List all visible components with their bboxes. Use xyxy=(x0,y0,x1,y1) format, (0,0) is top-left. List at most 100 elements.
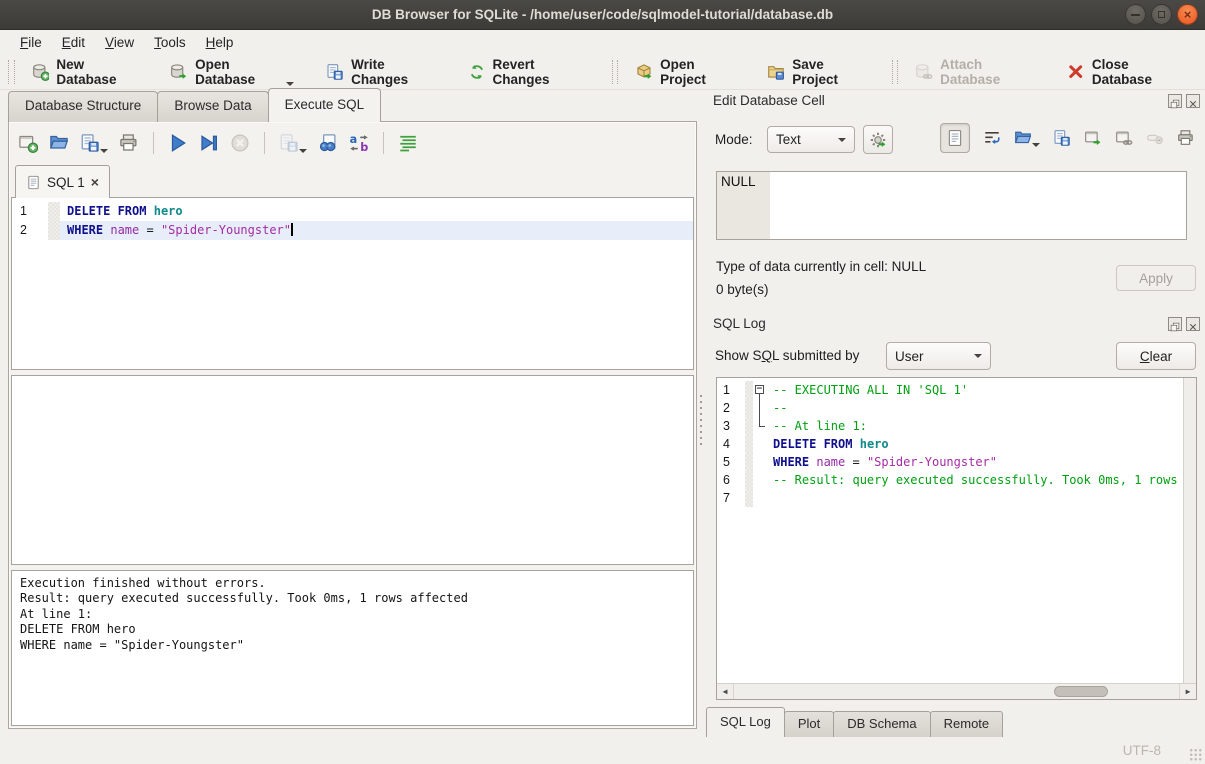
new-sql-tab-button[interactable] xyxy=(15,130,41,156)
maximize-icon xyxy=(1158,11,1165,18)
code-line: 5WHERE name = "Spider-Youngster" xyxy=(717,453,1183,471)
copy-as-link-button[interactable] xyxy=(1115,129,1133,147)
resize-grip[interactable] xyxy=(1189,748,1202,761)
mode-select[interactable]: Text xyxy=(767,126,855,153)
attach-database-icon xyxy=(915,62,933,82)
code-line: 7 xyxy=(717,489,1183,507)
save-results-icon xyxy=(279,133,299,153)
format-sql-button[interactable] xyxy=(395,130,421,156)
print-cell-button[interactable] xyxy=(1177,129,1195,147)
open-sql-file-button[interactable] xyxy=(46,130,72,156)
open-project-button[interactable]: Open Project xyxy=(626,53,744,91)
import-from-file-button[interactable] xyxy=(1014,129,1040,147)
word-wrap-button[interactable] xyxy=(983,129,1001,147)
chevron-down-icon[interactable] xyxy=(286,82,294,86)
close-database-button[interactable]: Close Database xyxy=(1058,53,1191,91)
new-database-icon xyxy=(32,62,50,82)
sql-log-title: SQL Log xyxy=(713,316,766,331)
minimize-button[interactable] xyxy=(1125,4,1146,25)
open-database-button[interactable]: Open Database xyxy=(161,53,303,91)
float-dock-button[interactable] xyxy=(1168,317,1182,331)
token-comment: -- EXECUTING ALL IN 'SQL 1' xyxy=(773,383,968,397)
scroll-track[interactable] xyxy=(734,684,1179,699)
fold-collapse-icon[interactable]: − xyxy=(755,385,764,394)
sql-editor-tab[interactable]: SQL 1 × xyxy=(15,165,110,198)
chevron-down-icon[interactable] xyxy=(299,149,307,153)
window-title: DB Browser for SQLite - /home/user/code/… xyxy=(0,0,1205,30)
tab-database-structure[interactable]: Database Structure xyxy=(8,91,158,122)
tab-execute-sql[interactable]: Execute SQL xyxy=(268,88,382,122)
clear-log-button[interactable]: Clear xyxy=(1116,342,1196,370)
word-wrap-icon xyxy=(983,129,1001,147)
code-text: DELETE FROM hero xyxy=(769,435,1183,453)
dock-tab-db-schema[interactable]: DB Schema xyxy=(833,711,930,737)
titlebar[interactable]: DB Browser for SQLite - /home/user/code/… xyxy=(0,0,1205,30)
replace-icon: ab xyxy=(349,133,369,153)
text-mode-button[interactable] xyxy=(940,123,970,153)
cell-size-info: 0 byte(s) xyxy=(716,282,769,297)
tab-browse-data[interactable]: Browse Data xyxy=(157,91,268,122)
menu-tools[interactable]: Tools xyxy=(144,32,196,53)
export-to-file-button[interactable] xyxy=(1053,129,1071,147)
menu-view[interactable]: View xyxy=(95,32,144,53)
find-button[interactable] xyxy=(315,130,341,156)
token-plain xyxy=(146,204,153,218)
dock-tab-remote[interactable]: Remote xyxy=(930,711,1004,737)
sql-editor[interactable]: 1DELETE FROM hero2WHERE name = "Spider-Y… xyxy=(11,197,694,370)
close-dock-button[interactable] xyxy=(1186,317,1200,331)
close-button[interactable]: × xyxy=(1177,4,1198,25)
vertical-scrollbar[interactable] xyxy=(1183,378,1196,683)
scroll-left-icon[interactable]: ◀ xyxy=(717,684,734,699)
fold-margin xyxy=(753,453,769,471)
execute-current-line-button[interactable] xyxy=(196,130,222,156)
svg-text:a: a xyxy=(350,133,358,146)
code-text: -- Result: query executed successfully. … xyxy=(769,471,1183,489)
menu-edit[interactable]: Edit xyxy=(52,32,95,53)
print-sql-button[interactable] xyxy=(116,130,142,156)
close-dock-button[interactable] xyxy=(1186,94,1200,108)
cell-editor[interactable]: NULL xyxy=(716,171,1187,240)
gutter-strip xyxy=(48,202,60,221)
write-changes-icon xyxy=(326,62,344,82)
save-results-button xyxy=(276,130,310,156)
menu-file[interactable]: File xyxy=(10,32,52,53)
save-sql-file-button[interactable] xyxy=(77,130,111,156)
code-text: -- At line 1: xyxy=(769,417,1183,435)
encoding-selector[interactable]: UTF-8 xyxy=(1123,743,1161,758)
revert-changes-icon xyxy=(468,62,486,82)
save-project-button[interactable]: Save Project xyxy=(758,53,873,91)
execute-all-button[interactable] xyxy=(165,130,191,156)
sql-log-view[interactable]: 1−-- EXECUTING ALL IN 'SQL 1'2--3-- At l… xyxy=(716,377,1197,700)
toolbar-button-label: Revert Changes xyxy=(493,57,585,87)
find-replace-button[interactable]: ab xyxy=(346,130,372,156)
toolbar-handle xyxy=(892,60,899,84)
edit-cell-title: Edit Database Cell xyxy=(713,93,825,108)
toolbar-separator xyxy=(153,132,154,154)
fold-margin xyxy=(753,399,769,417)
horizontal-scrollbar[interactable]: ◀ ▶ xyxy=(717,683,1196,699)
maximize-button[interactable] xyxy=(1151,4,1172,25)
statusbar: UTF-8 xyxy=(0,735,1205,764)
auto-switch-mode-button[interactable] xyxy=(863,125,893,154)
scroll-right-icon[interactable]: ▶ xyxy=(1179,684,1196,699)
menu-help[interactable]: Help xyxy=(196,32,244,53)
log-filter-select[interactable]: User xyxy=(886,342,991,370)
attach-database-button: Attach Database xyxy=(906,53,1044,91)
revert-changes-button[interactable]: Revert Changes xyxy=(459,53,594,91)
scroll-thumb[interactable] xyxy=(1054,686,1107,697)
vertical-splitter-handle[interactable] xyxy=(699,393,703,449)
float-dock-button[interactable] xyxy=(1168,94,1182,108)
dock-tab-plot[interactable]: Plot xyxy=(784,711,834,737)
code-line: 3-- At line 1: xyxy=(717,417,1183,435)
token-comment: -- At line 1: xyxy=(773,419,867,433)
write-changes-button[interactable]: Write Changes xyxy=(317,53,444,91)
stop-execution-button xyxy=(227,130,253,156)
sql-toolbar: ab xyxy=(15,127,421,159)
tab-close-icon[interactable]: × xyxy=(91,176,99,188)
open-in-external-app-button[interactable] xyxy=(1084,129,1102,147)
chevron-down-icon[interactable] xyxy=(100,149,108,153)
dock-tab-sql-log[interactable]: SQL Log xyxy=(706,707,785,737)
execution-message-pane[interactable]: Execution finished without errors. Resul… xyxy=(11,570,694,726)
chevron-down-icon[interactable] xyxy=(1032,143,1040,147)
new-database-button[interactable]: New Database xyxy=(23,53,148,91)
